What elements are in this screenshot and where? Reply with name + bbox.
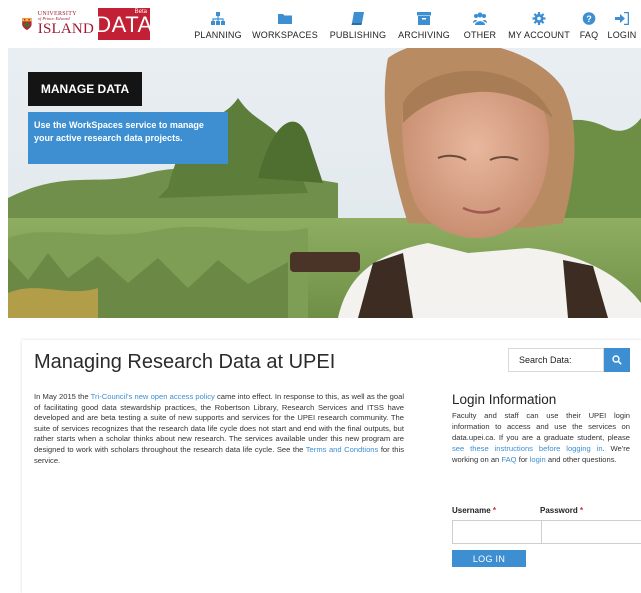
- hero-description: Use the WorkSpaces service to manage you…: [28, 112, 228, 164]
- nav-item-workspaces[interactable]: WORKSPACES: [252, 12, 318, 40]
- login-panel: Login Information Faculty and staff can …: [452, 392, 641, 567]
- nav-item-planning[interactable]: PLANNING: [192, 12, 244, 40]
- password-field[interactable]: [542, 520, 641, 544]
- folder-icon: [278, 14, 292, 24]
- login-button[interactable]: LOG IN: [452, 550, 526, 567]
- hero-title: MANAGE DATA: [28, 72, 142, 106]
- users-icon: [473, 12, 487, 25]
- login-inputs: [452, 520, 641, 544]
- main-nav: PLANNING WORKSPACES PUBLISHING ARCHIVING…: [190, 12, 641, 46]
- data-wordmark: Beta DATA: [95, 8, 153, 40]
- login-text: and other questions.: [545, 455, 617, 464]
- book-icon: [351, 12, 364, 25]
- question-icon: ?: [582, 12, 596, 25]
- nav-label: ARCHIVING: [398, 30, 450, 40]
- search-data: Search Data:: [508, 348, 634, 372]
- university-wordmark: UNIVERSITY of Prince Edward ISLAND: [38, 8, 94, 40]
- nav-label: PLANNING: [194, 30, 242, 40]
- username-field[interactable]: [452, 520, 542, 544]
- nav-item-login[interactable]: LOGIN: [604, 12, 640, 40]
- field-labels: Username * Password *: [452, 506, 641, 515]
- intro-text: In May 2015 the: [34, 392, 91, 401]
- page-title: Managing Research Data at UPEI: [34, 351, 336, 373]
- search-input[interactable]: Search Data:: [508, 348, 604, 372]
- site-header: UNIVERSITY of Prince Edward ISLAND Beta …: [0, 0, 641, 48]
- nav-item-publishing[interactable]: PUBLISHING: [328, 12, 388, 40]
- nav-label: LOGIN: [607, 30, 637, 40]
- password-label: Password *: [540, 506, 583, 515]
- login-text: for: [516, 455, 530, 464]
- data-label: DATA: [95, 12, 153, 37]
- open-access-policy-link[interactable]: Tri-Council's new open access policy: [91, 392, 215, 401]
- logo-line3: ISLAND: [37, 20, 94, 37]
- nav-label: PUBLISHING: [329, 30, 387, 40]
- crest-icon: [22, 18, 32, 30]
- site-logo[interactable]: UNIVERSITY of Prince Edward ISLAND Beta …: [22, 8, 153, 40]
- terms-link[interactable]: Terms and Condtions: [306, 445, 379, 454]
- username-label: Username *: [452, 506, 540, 515]
- login-form: Username * Password * LOG IN: [452, 506, 641, 567]
- main-content: Managing Research Data at UPEI Search Da…: [22, 340, 641, 593]
- nav-item-faq[interactable]: ? FAQ: [576, 12, 602, 40]
- grad-instructions-link[interactable]: see these instructions before logging in: [452, 444, 603, 453]
- nav-item-archiving[interactable]: ARCHIVING: [395, 12, 453, 40]
- nav-item-my-account[interactable]: MY ACCOUNT: [504, 12, 574, 40]
- login-text: Faculty and staff can use their UPEI log…: [452, 411, 630, 442]
- nav-label: FAQ: [579, 30, 599, 40]
- faq-link[interactable]: FAQ: [501, 455, 516, 464]
- required-mark: *: [580, 506, 584, 515]
- password-label-text: Password: [540, 506, 578, 515]
- login-link[interactable]: login: [530, 455, 546, 464]
- intro-paragraph: In May 2015 the Tri-Council's new open a…: [34, 392, 404, 466]
- beta-badge: Beta: [134, 9, 147, 15]
- svg-text:?: ?: [586, 14, 592, 24]
- gear-icon: [532, 12, 546, 25]
- nav-label: OTHER: [463, 30, 497, 40]
- nav-label: WORKSPACES: [252, 30, 318, 40]
- login-info: Faculty and staff can use their UPEI log…: [452, 410, 630, 465]
- required-mark: *: [492, 506, 497, 515]
- sign-in-icon: [615, 12, 629, 25]
- username-label-text: Username: [452, 506, 491, 515]
- archive-icon: [417, 12, 431, 25]
- nav-item-other[interactable]: OTHER: [462, 12, 498, 40]
- search-icon: [612, 355, 622, 365]
- search-button[interactable]: [604, 348, 630, 372]
- sitemap-icon: [211, 12, 225, 25]
- hero-banner: MANAGE DATA Use the WorkSpaces service t…: [8, 48, 641, 318]
- login-title: Login Information: [452, 392, 557, 407]
- nav-label: MY ACCOUNT: [508, 30, 570, 40]
